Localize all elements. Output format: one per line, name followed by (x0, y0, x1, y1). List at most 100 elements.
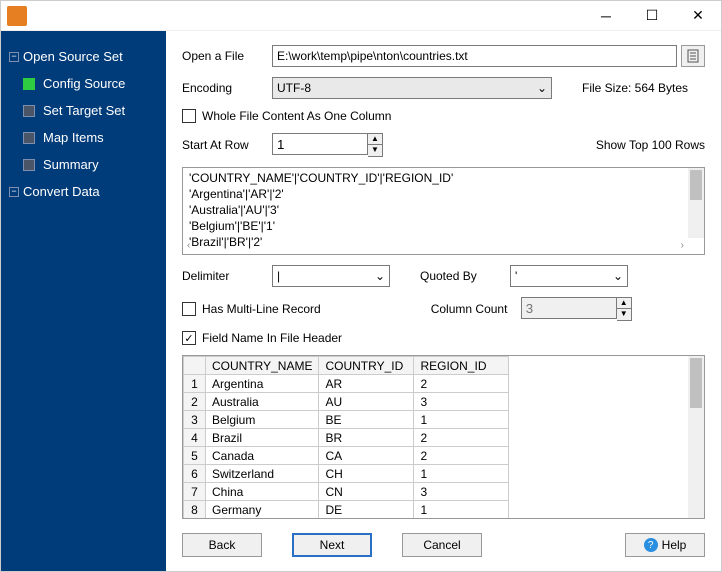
cancel-button[interactable]: Cancel (402, 533, 482, 557)
table-cell[interactable]: Belgium (206, 411, 319, 429)
table-row[interactable]: 5CanadaCA2 (184, 447, 509, 465)
encoding-select[interactable]: UTF-8 ⌄ (272, 77, 552, 99)
show-top-label: Show Top 100 Rows (596, 138, 705, 152)
tree-label: Convert Data (23, 184, 100, 199)
tree-item-config-source[interactable]: Config Source (19, 70, 162, 97)
table-cell[interactable]: CA (319, 447, 414, 465)
table-cell[interactable]: Germany (206, 501, 319, 519)
table-cell[interactable]: Canada (206, 447, 319, 465)
maximize-button[interactable]: ☐ (629, 1, 675, 31)
next-button[interactable]: Next (292, 533, 372, 557)
table-cell[interactable]: DE (319, 501, 414, 519)
tree-collapse-icon[interactable]: − (9, 52, 19, 62)
table-header[interactable]: COUNTRY_ID (319, 357, 414, 375)
encoding-label: Encoding (182, 81, 272, 95)
start-row-label: Start At Row (182, 138, 272, 152)
table-cell[interactable]: CH (319, 465, 414, 483)
data-table-wrap: COUNTRY_NAMECOUNTRY_IDREGION_ID1Argentin… (182, 355, 705, 519)
tree-item-convert-data[interactable]: − Convert Data (5, 178, 162, 205)
back-button[interactable]: Back (182, 533, 262, 557)
chevron-down-icon: ⌄ (537, 81, 547, 95)
table-row[interactable]: 8GermanyDE1 (184, 501, 509, 519)
preview-scrollbar-vertical[interactable] (688, 168, 704, 238)
help-button[interactable]: ? Help (625, 533, 705, 557)
multiline-checkbox[interactable] (182, 302, 196, 316)
tree-item-set-target-set[interactable]: Set Target Set (19, 97, 162, 124)
row-number: 3 (184, 411, 206, 429)
button-bar: Back Next Cancel ? Help (182, 529, 705, 561)
table-cell[interactable]: 1 (414, 501, 509, 519)
table-cell[interactable]: Brazil (206, 429, 319, 447)
preview-line: 'Australia'|'AU'|'3' (189, 202, 698, 218)
sidebar: − Open Source Set Config Source Set Targe… (1, 31, 166, 571)
tree-item-map-items[interactable]: Map Items (19, 124, 162, 151)
table-row[interactable]: 6SwitzerlandCH1 (184, 465, 509, 483)
row-number: 8 (184, 501, 206, 519)
start-row-spinner[interactable]: ▲▼ (272, 133, 383, 157)
table-cell[interactable]: 1 (414, 411, 509, 429)
spin-down-icon[interactable]: ▼ (368, 145, 382, 156)
table-cell[interactable]: BE (319, 411, 414, 429)
main-panel: Open a File Encoding UTF-8 ⌄ File Size: … (166, 31, 721, 571)
spin-up-icon: ▲ (617, 298, 631, 309)
fieldname-label: Field Name In File Header (202, 331, 342, 345)
table-cell[interactable]: Argentina (206, 375, 319, 393)
table-cell[interactable]: 2 (414, 447, 509, 465)
chevron-down-icon: ⌄ (375, 269, 385, 283)
row-number: 4 (184, 429, 206, 447)
table-cell[interactable]: Switzerland (206, 465, 319, 483)
tree-expand-icon[interactable]: − (9, 187, 19, 197)
row-number: 2 (184, 393, 206, 411)
table-cell[interactable]: AU (319, 393, 414, 411)
table-header[interactable]: COUNTRY_NAME (206, 357, 319, 375)
quoted-label: Quoted By (420, 269, 510, 283)
table-cell[interactable]: 3 (414, 483, 509, 501)
row-number: 1 (184, 375, 206, 393)
colcount-spinner: ▲▼ (521, 297, 632, 321)
table-cell[interactable]: 3 (414, 393, 509, 411)
quoted-value: ' (515, 269, 517, 283)
table-cell[interactable]: China (206, 483, 319, 501)
table-cell[interactable]: BR (319, 429, 414, 447)
open-file-label: Open a File (182, 49, 272, 63)
table-cell[interactable]: Australia (206, 393, 319, 411)
tree-item-summary[interactable]: Summary (19, 151, 162, 178)
preview-scrollbar-horizontal[interactable]: ‹› (183, 238, 688, 254)
tree-item-open-source-set[interactable]: − Open Source Set (5, 43, 162, 70)
table-cell[interactable]: CN (319, 483, 414, 501)
table-row[interactable]: 4BrazilBR2 (184, 429, 509, 447)
file-path-input[interactable] (272, 45, 677, 67)
table-row[interactable]: 7ChinaCN3 (184, 483, 509, 501)
table-header[interactable]: REGION_ID (414, 357, 509, 375)
minimize-button[interactable]: ─ (583, 1, 629, 31)
tree-box-icon (23, 159, 35, 171)
table-cell[interactable]: AR (319, 375, 414, 393)
table-cell[interactable]: 2 (414, 429, 509, 447)
colcount-label: Column Count (431, 302, 521, 316)
preview-line: 'Argentina'|'AR'|'2' (189, 186, 698, 202)
start-row-input[interactable] (272, 133, 368, 155)
spin-up-icon[interactable]: ▲ (368, 134, 382, 145)
table-cell[interactable]: 1 (414, 465, 509, 483)
row-number: 6 (184, 465, 206, 483)
table-row[interactable]: 1ArgentinaAR2 (184, 375, 509, 393)
close-button[interactable]: ✕ (675, 1, 721, 31)
tree-label: Config Source (43, 76, 125, 91)
spin-down-icon: ▼ (617, 309, 631, 320)
help-label: Help (662, 538, 687, 552)
fieldname-checkbox[interactable]: ✓ (182, 331, 196, 345)
delimiter-select[interactable]: | ⌄ (272, 265, 390, 287)
delimiter-value: | (277, 269, 280, 283)
help-icon: ? (644, 538, 658, 552)
table-row[interactable]: 2AustraliaAU3 (184, 393, 509, 411)
table-scrollbar-vertical[interactable] (688, 356, 704, 518)
browse-file-button[interactable] (681, 45, 705, 67)
document-icon (686, 49, 700, 63)
row-number: 7 (184, 483, 206, 501)
whole-file-checkbox[interactable] (182, 109, 196, 123)
table-cell[interactable]: 2 (414, 375, 509, 393)
tree-label: Open Source Set (23, 49, 123, 64)
table-row[interactable]: 3BelgiumBE1 (184, 411, 509, 429)
quoted-select[interactable]: ' ⌄ (510, 265, 628, 287)
app-icon (7, 6, 27, 26)
